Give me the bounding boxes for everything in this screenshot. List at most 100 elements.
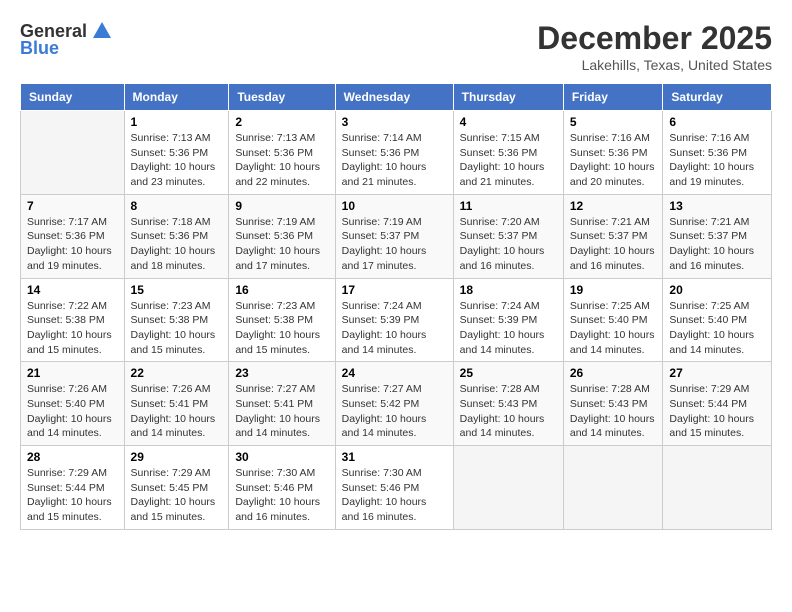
calendar-table: SundayMondayTuesdayWednesdayThursdayFrid…: [20, 83, 772, 530]
day-number: 28: [27, 450, 118, 464]
day-number: 27: [669, 366, 765, 380]
calendar-cell: 12 Sunrise: 7:21 AM Sunset: 5:37 PM Dayl…: [563, 194, 663, 278]
calendar-cell: 3 Sunrise: 7:14 AM Sunset: 5:36 PM Dayli…: [335, 111, 453, 195]
sunrise: Sunrise: 7:19 AM: [342, 216, 422, 228]
day-info: Sunrise: 7:15 AM Sunset: 5:36 PM Dayligh…: [460, 131, 557, 190]
daylight: Daylight: 10 hours and 14 minutes.: [570, 413, 655, 440]
sunrise: Sunrise: 7:29 AM: [27, 467, 107, 479]
sunrise: Sunrise: 7:13 AM: [235, 132, 315, 144]
sunrise: Sunrise: 7:24 AM: [460, 300, 540, 312]
sunset: Sunset: 5:42 PM: [342, 398, 420, 410]
sunrise: Sunrise: 7:28 AM: [460, 383, 540, 395]
col-header-friday: Friday: [563, 84, 663, 111]
day-info: Sunrise: 7:30 AM Sunset: 5:46 PM Dayligh…: [235, 466, 328, 525]
sunrise: Sunrise: 7:27 AM: [342, 383, 422, 395]
sunset: Sunset: 5:40 PM: [27, 398, 105, 410]
sunrise: Sunrise: 7:17 AM: [27, 216, 107, 228]
sunset: Sunset: 5:36 PM: [235, 147, 313, 159]
day-info: Sunrise: 7:23 AM Sunset: 5:38 PM Dayligh…: [131, 299, 223, 358]
daylight: Daylight: 10 hours and 14 minutes.: [570, 329, 655, 356]
sunset: Sunset: 5:38 PM: [235, 314, 313, 326]
day-number: 7: [27, 199, 118, 213]
calendar-cell: 18 Sunrise: 7:24 AM Sunset: 5:39 PM Dayl…: [453, 278, 563, 362]
daylight: Daylight: 10 hours and 15 minutes.: [131, 329, 216, 356]
day-info: Sunrise: 7:25 AM Sunset: 5:40 PM Dayligh…: [669, 299, 765, 358]
sunset: Sunset: 5:39 PM: [342, 314, 420, 326]
day-number: 3: [342, 115, 447, 129]
day-info: Sunrise: 7:16 AM Sunset: 5:36 PM Dayligh…: [669, 131, 765, 190]
sunset: Sunset: 5:44 PM: [27, 482, 105, 494]
col-header-sunday: Sunday: [21, 84, 125, 111]
day-info: Sunrise: 7:29 AM Sunset: 5:45 PM Dayligh…: [131, 466, 223, 525]
sunset: Sunset: 5:37 PM: [570, 230, 648, 242]
daylight: Daylight: 10 hours and 14 minutes.: [342, 413, 427, 440]
calendar-cell: 24 Sunrise: 7:27 AM Sunset: 5:42 PM Dayl…: [335, 362, 453, 446]
sunrise: Sunrise: 7:16 AM: [669, 132, 749, 144]
col-header-tuesday: Tuesday: [229, 84, 335, 111]
calendar-cell: 4 Sunrise: 7:15 AM Sunset: 5:36 PM Dayli…: [453, 111, 563, 195]
sunset: Sunset: 5:37 PM: [460, 230, 538, 242]
daylight: Daylight: 10 hours and 16 minutes.: [570, 245, 655, 272]
sunset: Sunset: 5:45 PM: [131, 482, 209, 494]
sunrise: Sunrise: 7:23 AM: [131, 300, 211, 312]
sunset: Sunset: 5:39 PM: [460, 314, 538, 326]
day-number: 4: [460, 115, 557, 129]
day-info: Sunrise: 7:29 AM Sunset: 5:44 PM Dayligh…: [669, 382, 765, 441]
daylight: Daylight: 10 hours and 14 minutes.: [235, 413, 320, 440]
day-number: 1: [131, 115, 223, 129]
sunrise: Sunrise: 7:27 AM: [235, 383, 315, 395]
day-number: 25: [460, 366, 557, 380]
calendar-cell: [453, 446, 563, 530]
calendar-cell: 2 Sunrise: 7:13 AM Sunset: 5:36 PM Dayli…: [229, 111, 335, 195]
day-number: 13: [669, 199, 765, 213]
day-number: 9: [235, 199, 328, 213]
calendar-cell: 1 Sunrise: 7:13 AM Sunset: 5:36 PM Dayli…: [124, 111, 229, 195]
sunrise: Sunrise: 7:24 AM: [342, 300, 422, 312]
calendar-cell: 22 Sunrise: 7:26 AM Sunset: 5:41 PM Dayl…: [124, 362, 229, 446]
daylight: Daylight: 10 hours and 18 minutes.: [131, 245, 216, 272]
day-info: Sunrise: 7:19 AM Sunset: 5:37 PM Dayligh…: [342, 215, 447, 274]
col-header-wednesday: Wednesday: [335, 84, 453, 111]
calendar-cell: 23 Sunrise: 7:27 AM Sunset: 5:41 PM Dayl…: [229, 362, 335, 446]
title-block: December 2025 Lakehills, Texas, United S…: [537, 20, 772, 73]
day-number: 5: [570, 115, 657, 129]
sunrise: Sunrise: 7:13 AM: [131, 132, 211, 144]
location: Lakehills, Texas, United States: [537, 57, 772, 73]
daylight: Daylight: 10 hours and 14 minutes.: [669, 329, 754, 356]
daylight: Daylight: 10 hours and 14 minutes.: [342, 329, 427, 356]
day-info: Sunrise: 7:21 AM Sunset: 5:37 PM Dayligh…: [669, 215, 765, 274]
daylight: Daylight: 10 hours and 16 minutes.: [669, 245, 754, 272]
sunrise: Sunrise: 7:29 AM: [669, 383, 749, 395]
sunrise: Sunrise: 7:22 AM: [27, 300, 107, 312]
daylight: Daylight: 10 hours and 15 minutes.: [27, 496, 112, 523]
day-info: Sunrise: 7:25 AM Sunset: 5:40 PM Dayligh…: [570, 299, 657, 358]
calendar-header-row: SundayMondayTuesdayWednesdayThursdayFrid…: [21, 84, 772, 111]
calendar-cell: 8 Sunrise: 7:18 AM Sunset: 5:36 PM Dayli…: [124, 194, 229, 278]
day-info: Sunrise: 7:14 AM Sunset: 5:36 PM Dayligh…: [342, 131, 447, 190]
day-number: 18: [460, 283, 557, 297]
day-number: 10: [342, 199, 447, 213]
sunset: Sunset: 5:43 PM: [460, 398, 538, 410]
day-info: Sunrise: 7:16 AM Sunset: 5:36 PM Dayligh…: [570, 131, 657, 190]
day-info: Sunrise: 7:19 AM Sunset: 5:36 PM Dayligh…: [235, 215, 328, 274]
calendar-cell: 21 Sunrise: 7:26 AM Sunset: 5:40 PM Dayl…: [21, 362, 125, 446]
day-info: Sunrise: 7:20 AM Sunset: 5:37 PM Dayligh…: [460, 215, 557, 274]
sunrise: Sunrise: 7:18 AM: [131, 216, 211, 228]
sunset: Sunset: 5:38 PM: [131, 314, 209, 326]
col-header-saturday: Saturday: [663, 84, 772, 111]
sunset: Sunset: 5:36 PM: [342, 147, 420, 159]
sunset: Sunset: 5:40 PM: [669, 314, 747, 326]
sunrise: Sunrise: 7:29 AM: [131, 467, 211, 479]
day-number: 22: [131, 366, 223, 380]
sunset: Sunset: 5:36 PM: [131, 147, 209, 159]
day-info: Sunrise: 7:28 AM Sunset: 5:43 PM Dayligh…: [570, 382, 657, 441]
day-number: 26: [570, 366, 657, 380]
day-number: 21: [27, 366, 118, 380]
day-info: Sunrise: 7:21 AM Sunset: 5:37 PM Dayligh…: [570, 215, 657, 274]
day-number: 31: [342, 450, 447, 464]
calendar-cell: 19 Sunrise: 7:25 AM Sunset: 5:40 PM Dayl…: [563, 278, 663, 362]
sunrise: Sunrise: 7:20 AM: [460, 216, 540, 228]
sunset: Sunset: 5:37 PM: [669, 230, 747, 242]
day-info: Sunrise: 7:28 AM Sunset: 5:43 PM Dayligh…: [460, 382, 557, 441]
sunset: Sunset: 5:46 PM: [235, 482, 313, 494]
